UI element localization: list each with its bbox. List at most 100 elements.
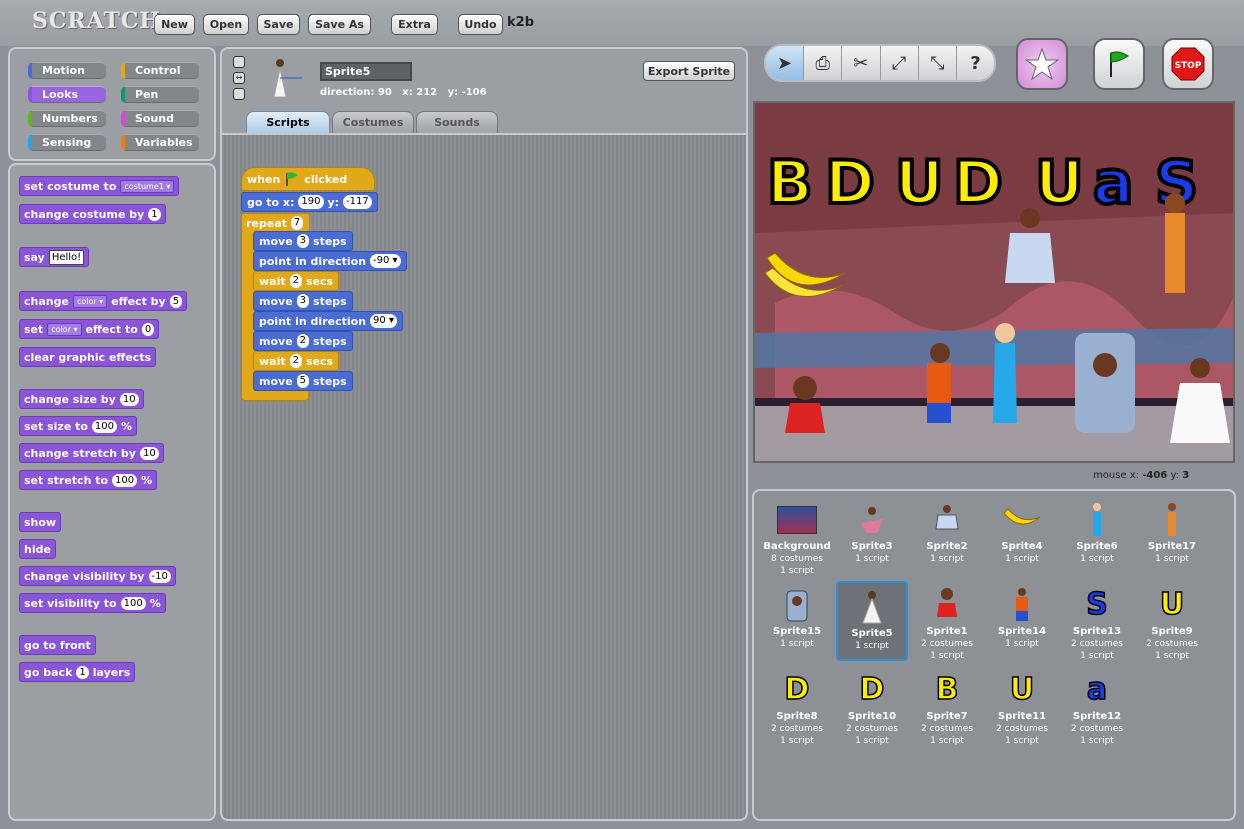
new-button[interactable]: New: [154, 14, 195, 35]
sprite-tile-sprite7[interactable]: B Sprite7 2 costumes 1 script: [911, 666, 983, 746]
export-sprite-button[interactable]: Export Sprite: [643, 61, 735, 81]
number-input[interactable]: 1: [76, 665, 89, 679]
number-input[interactable]: 0: [141, 322, 155, 336]
block-wait[interactable]: wait 2 secs: [253, 271, 340, 291]
tab-scripts[interactable]: Scripts: [246, 111, 330, 133]
tab-costumes[interactable]: Costumes: [332, 111, 414, 133]
block-set-stretch[interactable]: set stretch to 100%: [19, 470, 158, 490]
block-when-flag-clicked[interactable]: when clicked: [241, 167, 375, 191]
stage[interactable]: B D U D U a S: [753, 101, 1235, 463]
rotate-style-flip-icon[interactable]: ↔: [233, 72, 245, 84]
block-move[interactable]: move 3 steps: [253, 231, 353, 251]
block-change-stretch[interactable]: change stretch by 10: [19, 443, 164, 463]
sprite-tile-sprite11[interactable]: U Sprite11 2 costumes 1 script: [986, 666, 1058, 746]
category-numbers[interactable]: Numbers: [28, 110, 106, 127]
number-input[interactable]: 100: [91, 419, 118, 433]
save-button[interactable]: Save: [257, 14, 300, 35]
grow-icon[interactable]: ⤢: [881, 46, 919, 80]
open-button[interactable]: Open: [203, 14, 249, 35]
block-point-direction[interactable]: point in direction -90: [253, 251, 407, 271]
extra-button[interactable]: Extra: [391, 14, 438, 35]
block-move[interactable]: move 3 steps: [253, 291, 353, 311]
sprite-tile-sprite1[interactable]: Sprite1 2 costumes 1 script: [911, 581, 983, 661]
number-input[interactable]: 10: [119, 392, 139, 406]
number-input[interactable]: -10: [148, 569, 171, 583]
stop-button[interactable]: STOP: [1162, 38, 1214, 90]
block-move[interactable]: move 5 steps: [253, 371, 353, 391]
sprite-tile-sprite5[interactable]: Sprite5 1 script: [836, 581, 908, 661]
direction-dropdown[interactable]: 90: [370, 314, 397, 328]
effect-dropdown[interactable]: color: [72, 294, 108, 308]
block-point-direction[interactable]: point in direction 90: [253, 311, 403, 331]
block-change-size[interactable]: change size by 10: [19, 389, 144, 409]
sprite-tile-sprite6[interactable]: Sprite6 1 script: [1061, 496, 1133, 576]
sprite-name-field[interactable]: Sprite5: [320, 62, 412, 81]
repeat-input[interactable]: 7: [290, 216, 304, 230]
category-variables[interactable]: Variables: [121, 134, 199, 151]
sprite-tile-sprite2[interactable]: Sprite2 1 script: [911, 496, 983, 576]
x-input[interactable]: 190: [298, 195, 324, 209]
presentation-mode-button[interactable]: [1016, 38, 1068, 90]
number-input[interactable]: 5: [169, 294, 183, 308]
sprite-tile-sprite14[interactable]: Sprite14 1 script: [986, 581, 1058, 661]
delete-scissors-icon[interactable]: ✂: [842, 46, 881, 80]
steps-input[interactable]: 3: [296, 294, 310, 308]
sprite-tile-sprite13[interactable]: S Sprite13 2 costumes 1 script: [1061, 581, 1133, 661]
sprite-tile-sprite15[interactable]: Sprite15 1 script: [761, 581, 833, 661]
y-input[interactable]: -117: [343, 195, 372, 209]
text-input[interactable]: Hello!: [48, 249, 85, 265]
category-motion[interactable]: Motion: [28, 62, 106, 79]
block-set-costume[interactable]: set costume to costume1: [19, 176, 180, 196]
block-say[interactable]: say Hello!: [19, 247, 90, 267]
rotate-style-none-icon[interactable]: [233, 88, 245, 100]
block-repeat[interactable]: repeat 7: [241, 213, 308, 233]
number-input[interactable]: 100: [120, 596, 146, 610]
block-set-visibility[interactable]: set visibility to 100%: [19, 593, 166, 613]
undo-button[interactable]: Undo: [458, 14, 503, 35]
sprite-tile-sprite8[interactable]: D Sprite8 2 costumes 1 script: [761, 666, 833, 746]
block-go-back[interactable]: go back 1 layers: [19, 662, 136, 682]
block-wait[interactable]: wait 2 secs: [253, 351, 340, 371]
sprite-tile-background[interactable]: Background 8 costumes 1 script: [761, 496, 833, 576]
number-input[interactable]: 100: [112, 473, 138, 487]
number-input[interactable]: 10: [139, 446, 159, 460]
effect-dropdown[interactable]: color: [47, 322, 82, 336]
sprite-tile-sprite10[interactable]: D Sprite10 2 costumes 1 script: [836, 666, 908, 746]
category-sound[interactable]: Sound: [121, 110, 199, 127]
secs-input[interactable]: 2: [289, 274, 302, 288]
block-clear-graphic-effects[interactable]: clear graphic effects: [19, 347, 157, 367]
category-control[interactable]: Control: [121, 62, 199, 79]
secs-input[interactable]: 2: [289, 354, 302, 368]
direction-dropdown[interactable]: -90: [370, 254, 401, 268]
save-as-button[interactable]: Save As: [308, 14, 371, 35]
steps-input[interactable]: 2: [296, 334, 310, 348]
steps-input[interactable]: 3: [296, 234, 310, 248]
block-set-effect[interactable]: setcoloreffect to0: [19, 319, 160, 339]
duplicate-stamp-icon[interactable]: ⎙: [804, 46, 843, 80]
rotate-style-full-icon[interactable]: [233, 56, 245, 68]
arrow-tool-icon[interactable]: ➤: [766, 46, 805, 80]
green-flag-button[interactable]: [1093, 38, 1145, 90]
sprite-tile-sprite12[interactable]: a Sprite12 2 costumes 1 script: [1061, 666, 1133, 746]
sprite-tile-sprite4[interactable]: Sprite4 1 script: [986, 496, 1058, 576]
block-change-costume[interactable]: change costume by 1: [19, 204, 166, 224]
block-go-to-front[interactable]: go to front: [19, 635, 96, 655]
steps-input[interactable]: 5: [296, 374, 310, 388]
block-go-to-xy[interactable]: go to x: 190 y: -117: [241, 192, 378, 212]
block-show[interactable]: show: [19, 512, 62, 532]
sprite-tile-sprite17[interactable]: Sprite17 1 script: [1136, 496, 1208, 576]
block-hide[interactable]: hide: [19, 539, 56, 559]
costume-dropdown[interactable]: costume1: [120, 179, 175, 193]
help-icon[interactable]: ?: [957, 46, 994, 80]
category-sensing[interactable]: Sensing: [28, 134, 106, 151]
tab-sounds[interactable]: Sounds: [416, 111, 498, 133]
number-input[interactable]: 1: [148, 207, 161, 221]
shrink-icon[interactable]: ⤡: [919, 46, 957, 80]
category-pen[interactable]: Pen: [121, 86, 199, 103]
category-looks[interactable]: Looks: [28, 86, 106, 103]
block-change-effect[interactable]: changecoloreffect by5: [19, 291, 188, 311]
block-move[interactable]: move 2 steps: [253, 331, 353, 351]
sprite-tile-sprite3[interactable]: Sprite3 1 script: [836, 496, 908, 576]
sprite-tile-sprite9[interactable]: U Sprite9 2 costumes 1 script: [1136, 581, 1208, 661]
script-area[interactable]: when clicked go to x: 190 y: -117 repeat 7 …: [220, 133, 748, 821]
